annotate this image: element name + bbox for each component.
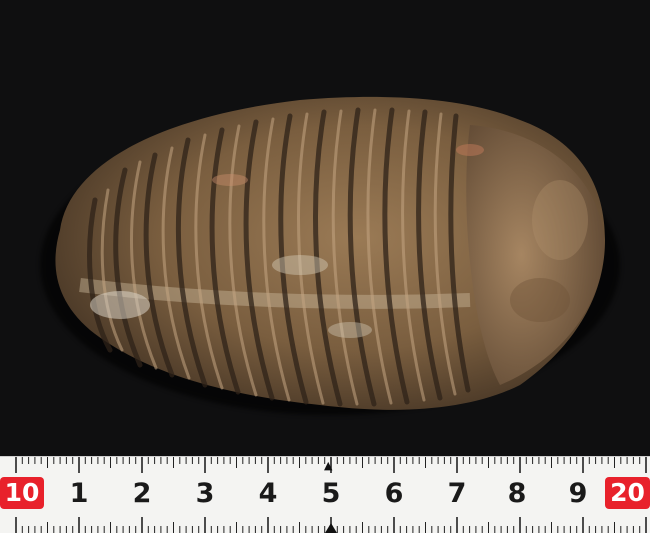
ruler-number-7: 7 [447,478,467,509]
trilobite-fossil-photo [40,96,620,415]
center-pointer-icon: ▲ [324,459,333,472]
ruler-number-8: 8 [507,478,527,509]
fossil-head [466,125,605,385]
measuring-ruler: 10 20 1 2 3 4 5 6 7 8 9 ▲ [0,456,650,533]
ruler-number-1: 1 [69,478,89,509]
ruler-number-2: 2 [132,478,152,509]
ruler-number-9: 9 [568,478,588,509]
ruler-right-marker: 20 [605,477,650,509]
ruler-left-marker: 10 [0,477,44,509]
ruler-number-5: 5 [321,478,341,509]
ruler-number-6: 6 [384,478,404,509]
ruler-number-3: 3 [195,478,215,509]
ruler-number-4: 4 [258,478,278,509]
